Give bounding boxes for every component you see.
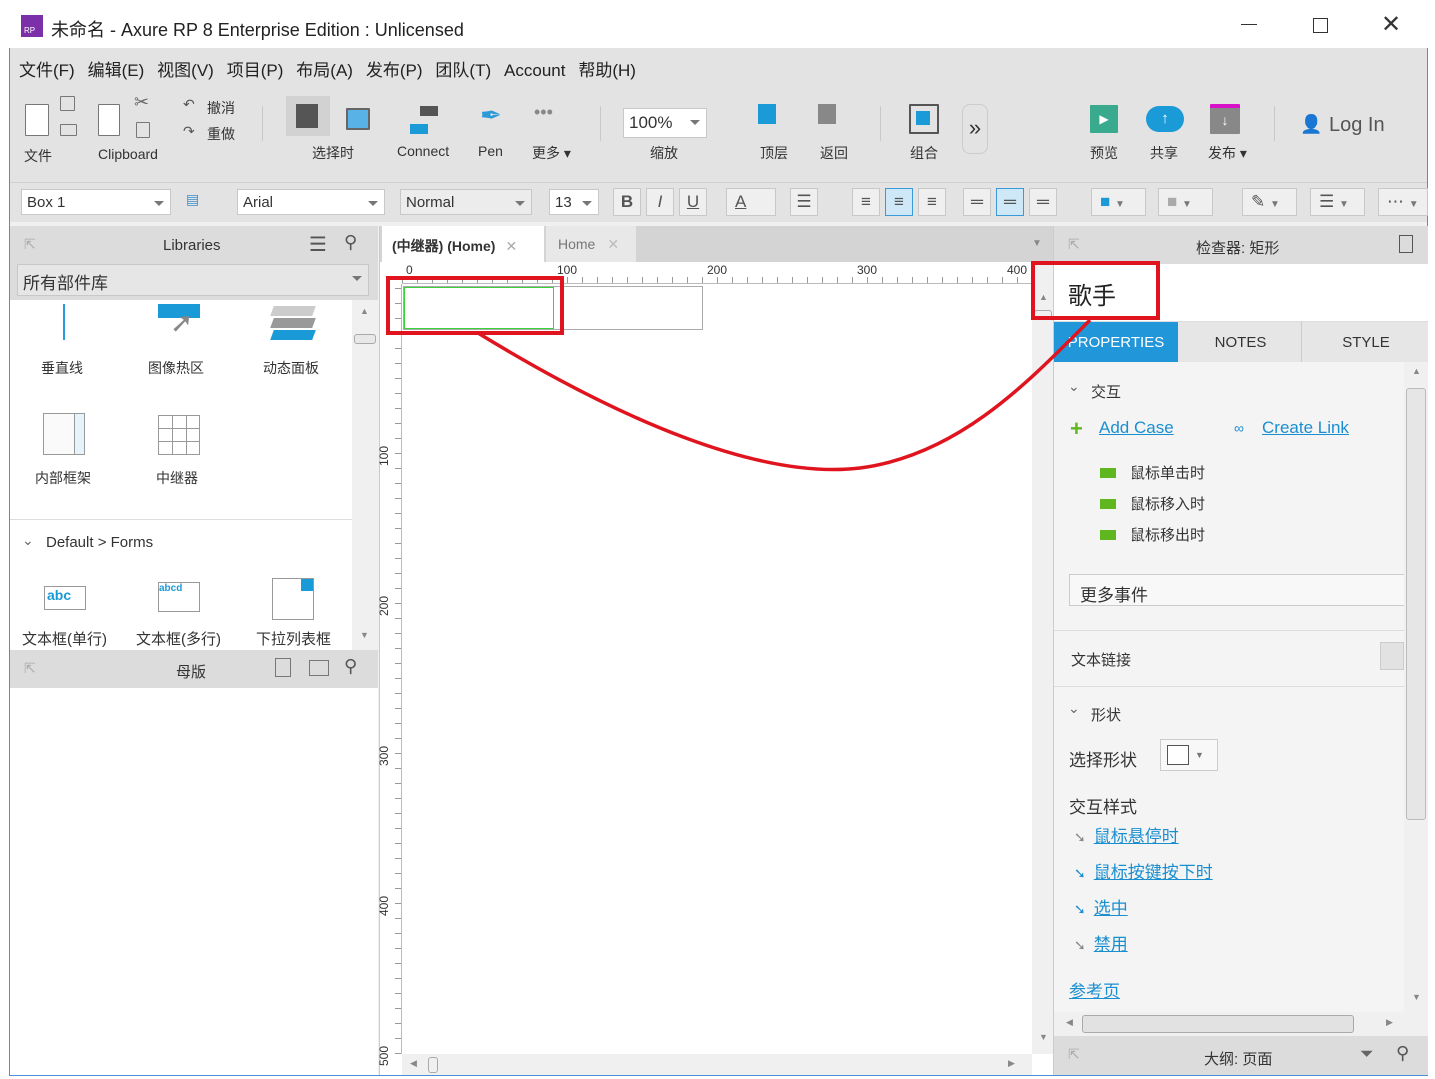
annotation-overlay	[386, 261, 1160, 472]
annotation-box-name	[1031, 261, 1160, 320]
annotation-arrow-curve	[477, 318, 1092, 472]
annotation-box-canvas	[386, 276, 564, 335]
